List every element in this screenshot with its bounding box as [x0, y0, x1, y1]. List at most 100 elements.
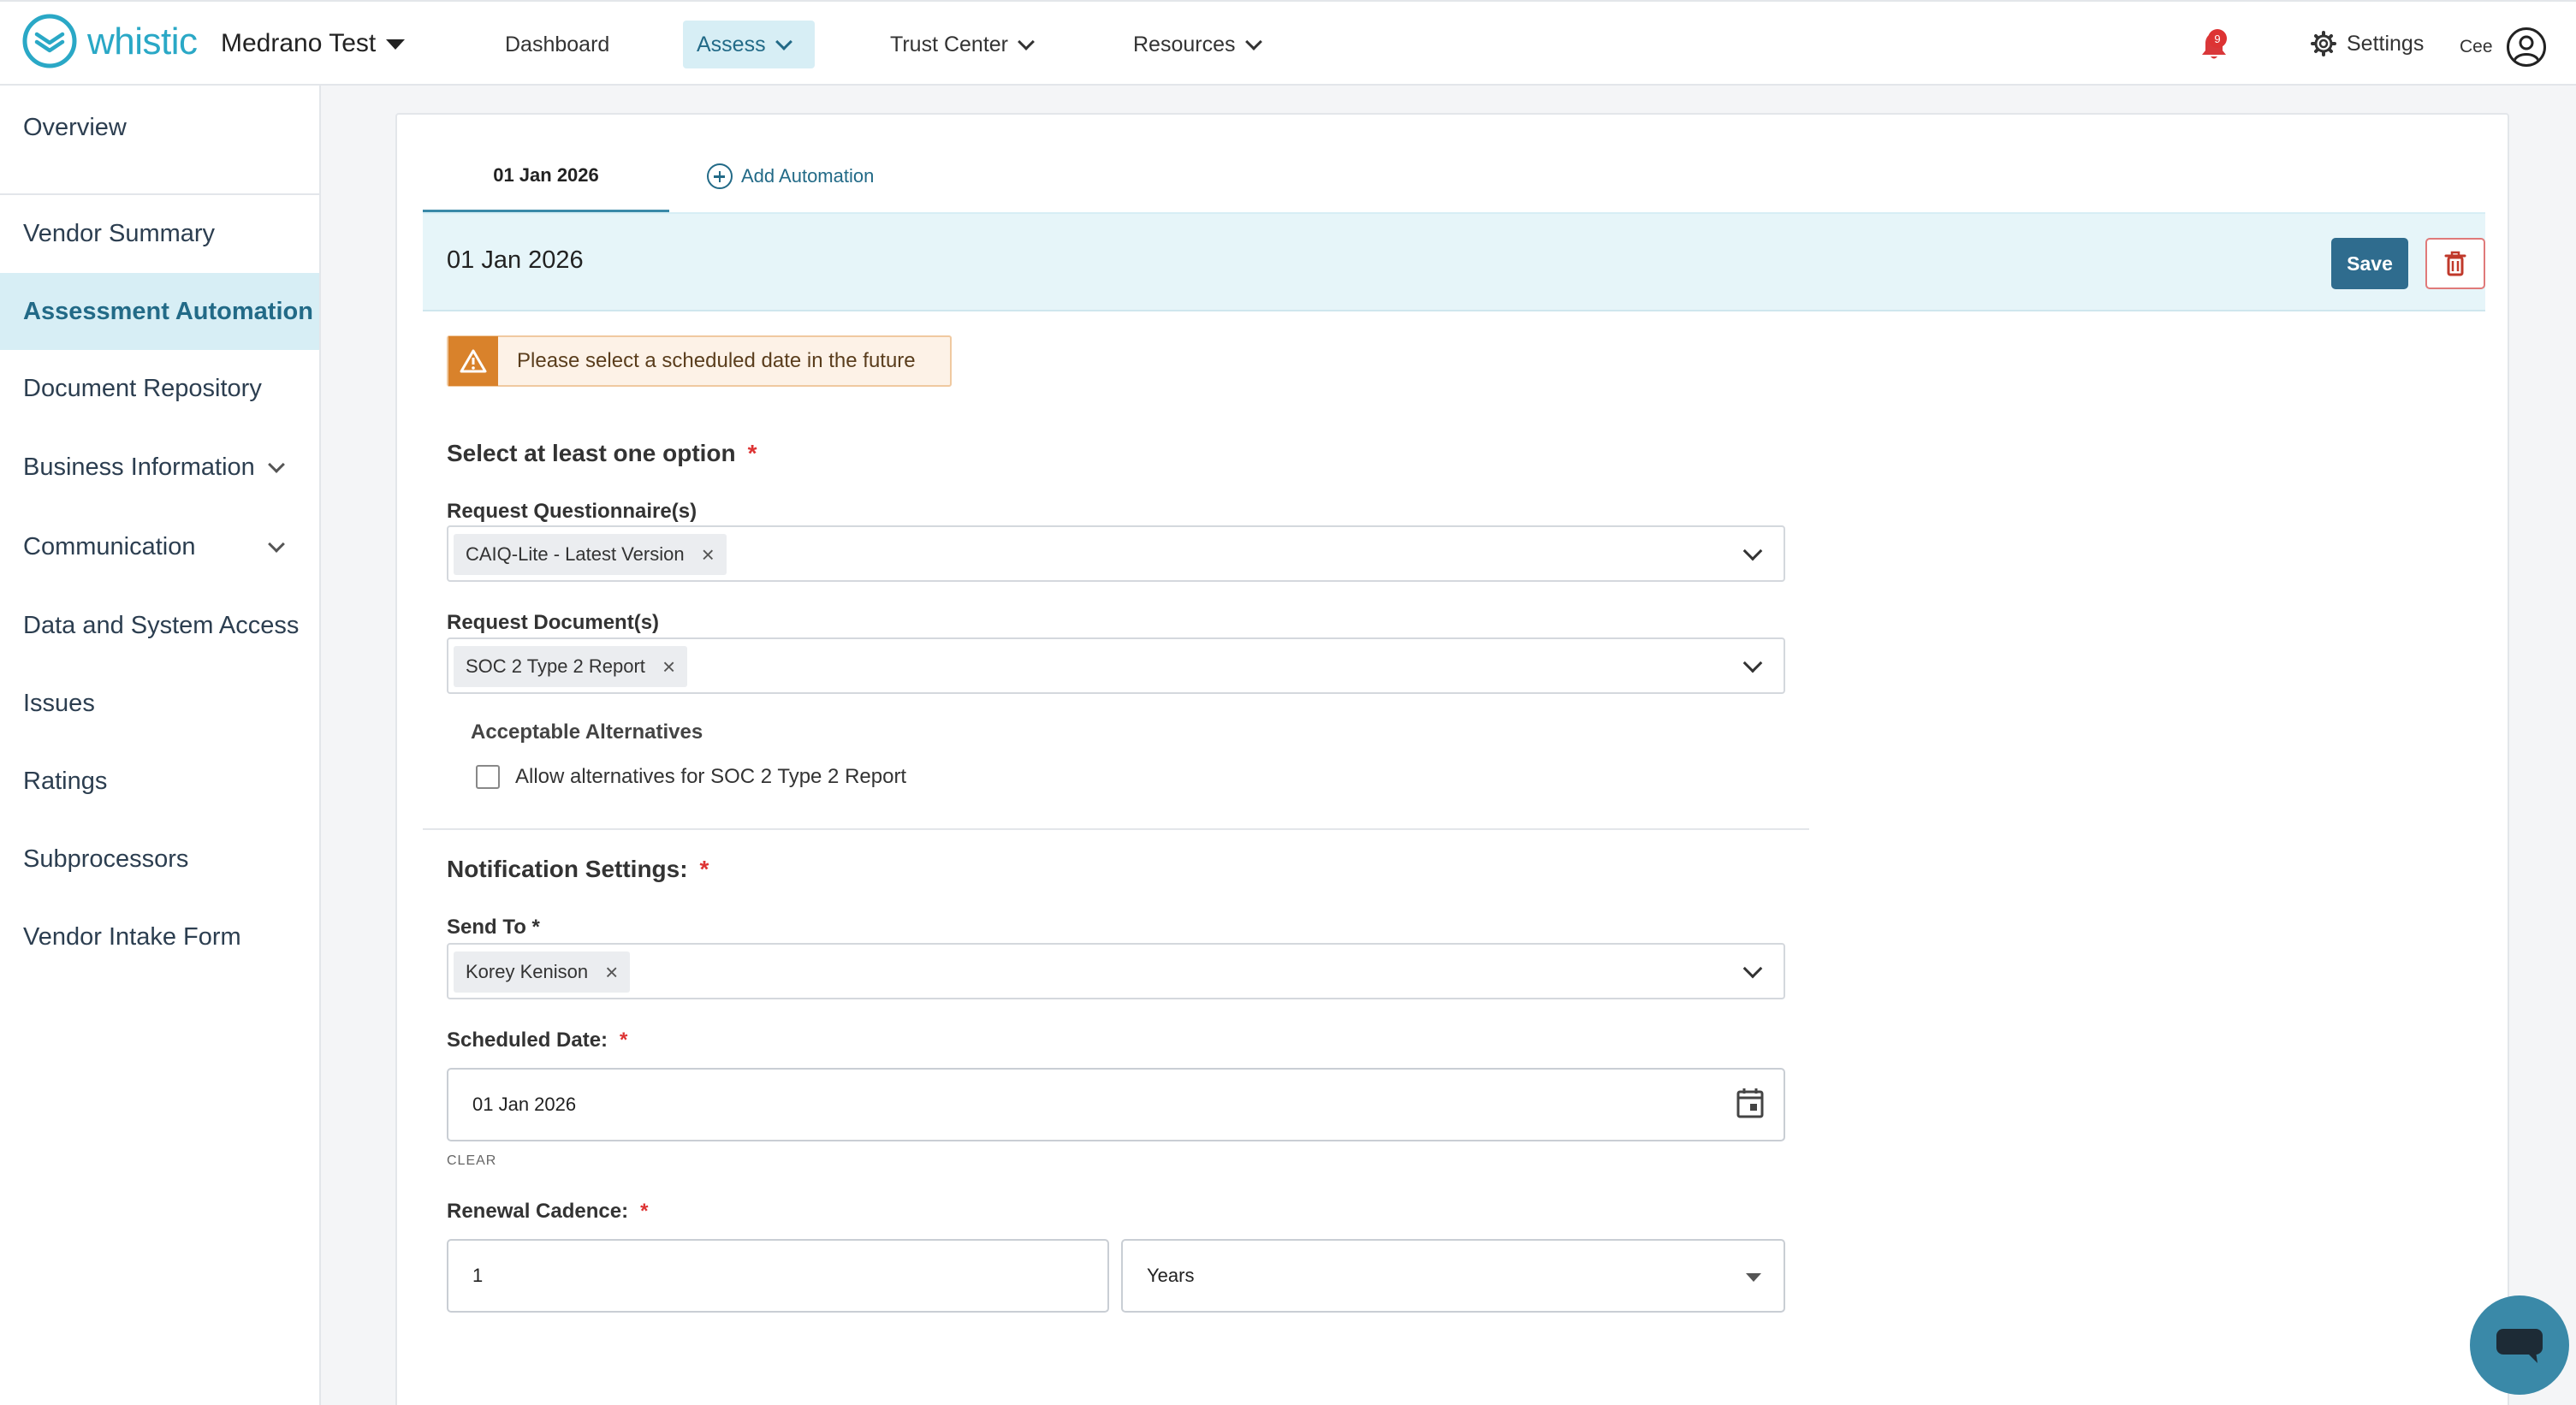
required-marker: *: [747, 440, 757, 466]
user-name: Cee: [2460, 37, 2493, 56]
questionnaire-chip: CAIQ-Lite - Latest Version ×: [454, 534, 727, 575]
chevron-down-icon: [775, 33, 792, 50]
alternatives-heading: Acceptable Alternatives: [471, 720, 703, 744]
add-automation-tab[interactable]: Add Automation: [707, 140, 874, 212]
sidebar-item-label: Ratings: [23, 767, 108, 795]
gear-icon: [2311, 31, 2336, 56]
close-icon[interactable]: ×: [702, 542, 715, 568]
sidebar-item-document-repository[interactable]: Document Repository: [0, 350, 319, 427]
chip-label: SOC 2 Type 2 Report: [466, 655, 645, 677]
sidebar-item-business-information[interactable]: Business Information: [0, 429, 319, 506]
scheduled-date-label: Scheduled Date: *: [447, 1029, 627, 1052]
tab-automation-date[interactable]: 01 Jan 2026: [423, 140, 669, 212]
sidebar-item-label: Overview: [23, 113, 127, 141]
settings-label: Settings: [2347, 31, 2425, 56]
renewal-unit-select[interactable]: Years: [1121, 1239, 1785, 1313]
send-to-label: Send To *: [447, 916, 540, 939]
automation-title: 01 Jan 2026: [447, 246, 584, 274]
questionnaire-select[interactable]: CAIQ-Lite - Latest Version ×: [447, 525, 1785, 582]
document-select[interactable]: SOC 2 Type 2 Report ×: [447, 637, 1785, 694]
document-label: Request Document(s): [447, 611, 660, 634]
close-icon[interactable]: ×: [605, 959, 618, 986]
automation-header: 01 Jan 2026 Save: [423, 214, 2485, 311]
chevron-down-icon: [1018, 33, 1035, 50]
add-automation-label: Add Automation: [741, 165, 875, 187]
chevron-down-icon[interactable]: [1742, 958, 1763, 979]
company-switcher[interactable]: Medrano Test: [221, 29, 406, 58]
settings-button[interactable]: Settings: [2311, 31, 2424, 56]
document-chip: SOC 2 Type 2 Report ×: [454, 646, 688, 687]
sidebar: Overview Vendor Summary Assessment Autom…: [0, 86, 321, 1405]
scheduled-date-label-text: Scheduled Date:: [447, 1029, 608, 1052]
sidebar-item-overview[interactable]: Overview: [0, 89, 319, 166]
allow-alternatives-label[interactable]: Allow alternatives for SOC 2 Type 2 Repo…: [515, 765, 906, 789]
scheduled-date-value: 01 Jan 2026: [472, 1094, 577, 1115]
caret-down-icon: [1746, 1273, 1761, 1282]
warning-message: Please select a scheduled date in the fu…: [517, 349, 916, 372]
warning-icon: [448, 336, 498, 386]
nav-assess-label: Assess: [697, 32, 766, 56]
renewal-number-input[interactable]: 1: [447, 1239, 1109, 1313]
sidebar-item-label: Assessment Automation: [23, 297, 313, 325]
user-avatar-icon: [2506, 27, 2546, 67]
delete-button[interactable]: [2425, 238, 2485, 289]
sidebar-item-ratings[interactable]: Ratings: [0, 743, 319, 820]
sidebar-item-label: Data and System Access: [23, 611, 300, 639]
chat-launcher-button[interactable]: [2470, 1295, 2569, 1395]
trash-icon: [2444, 251, 2466, 276]
tab-label: 01 Jan 2026: [493, 163, 599, 186]
user-menu[interactable]: Cee: [2460, 27, 2546, 67]
renewal-unit-value: Years: [1147, 1265, 1195, 1286]
sidebar-item-communication[interactable]: Communication: [0, 508, 319, 585]
close-icon[interactable]: ×: [662, 654, 675, 680]
recipient-chip: Korey Kenison ×: [454, 951, 631, 993]
nav-dashboard-label: Dashboard: [505, 32, 610, 56]
whistic-logo-icon[interactable]: [22, 14, 77, 68]
send-to-select[interactable]: Korey Kenison ×: [447, 943, 1785, 999]
sidebar-item-vendor-summary[interactable]: Vendor Summary: [0, 195, 319, 272]
chevron-down-icon[interactable]: [1742, 541, 1763, 561]
renewal-cadence-label: Renewal Cadence: *: [447, 1200, 648, 1224]
top-navigation-bar: whistic Medrano Test Dashboard Assess Tr…: [0, 0, 2576, 86]
sidebar-item-subprocessors[interactable]: Subprocessors: [0, 821, 319, 898]
nav-resources-label: Resources: [1133, 32, 1236, 56]
renewal-cadence-label-text: Renewal Cadence:: [447, 1200, 629, 1223]
warning-banner: Please select a scheduled date in the fu…: [447, 335, 952, 387]
scheduled-date-input[interactable]: 01 Jan 2026: [447, 1068, 1785, 1141]
questionnaire-label: Request Questionnaire(s): [447, 500, 697, 523]
brand-name[interactable]: whistic: [87, 21, 198, 63]
calendar-icon[interactable]: [1736, 1087, 1765, 1119]
nav-trust-center[interactable]: Trust Center: [876, 21, 1046, 68]
sidebar-item-label: Vendor Summary: [23, 219, 216, 247]
nav-dashboard[interactable]: Dashboard: [491, 21, 623, 68]
save-button[interactable]: Save: [2331, 238, 2408, 289]
sidebar-item-label: Issues: [23, 689, 95, 717]
chevron-down-icon[interactable]: [1742, 653, 1763, 673]
notification-heading-text: Notification Settings:: [447, 856, 688, 882]
sidebar-item-label: Document Repository: [23, 374, 262, 402]
chevron-down-icon: [268, 536, 285, 553]
sidebar-item-label: Vendor Intake Form: [23, 922, 241, 951]
section-divider: [423, 828, 1809, 830]
required-marker: *: [640, 1200, 649, 1223]
renewal-number-value: 1: [472, 1265, 484, 1286]
allow-alternatives-checkbox[interactable]: [476, 765, 500, 789]
chevron-down-icon: [1244, 33, 1262, 50]
nav-assess[interactable]: Assess: [683, 21, 815, 68]
sidebar-item-assessment-automation[interactable]: Assessment Automation: [0, 273, 319, 350]
nav-trust-center-label: Trust Center: [890, 32, 1009, 56]
clear-date-button[interactable]: CLEAR: [447, 1153, 496, 1169]
required-marker: *: [620, 1029, 628, 1052]
sidebar-item-label: Communication: [23, 532, 196, 560]
sidebar-item-label: Business Information: [23, 453, 255, 481]
sidebar-item-vendor-intake-form[interactable]: Vendor Intake Form: [0, 898, 319, 975]
sidebar-item-label: Subprocessors: [23, 845, 189, 873]
notification-heading: Notification Settings: *: [447, 856, 709, 883]
sidebar-item-issues[interactable]: Issues: [0, 665, 319, 742]
nav-resources[interactable]: Resources: [1119, 21, 1273, 68]
sidebar-item-data-and-system-access[interactable]: Data and System Access: [0, 587, 319, 664]
automation-card: 01 Jan 2026 Add Automation 01 Jan 2026 S…: [395, 113, 2509, 1405]
options-heading-text: Select at least one option: [447, 440, 736, 466]
chevron-down-icon: [268, 456, 285, 473]
plus-circle-icon: [707, 163, 733, 189]
